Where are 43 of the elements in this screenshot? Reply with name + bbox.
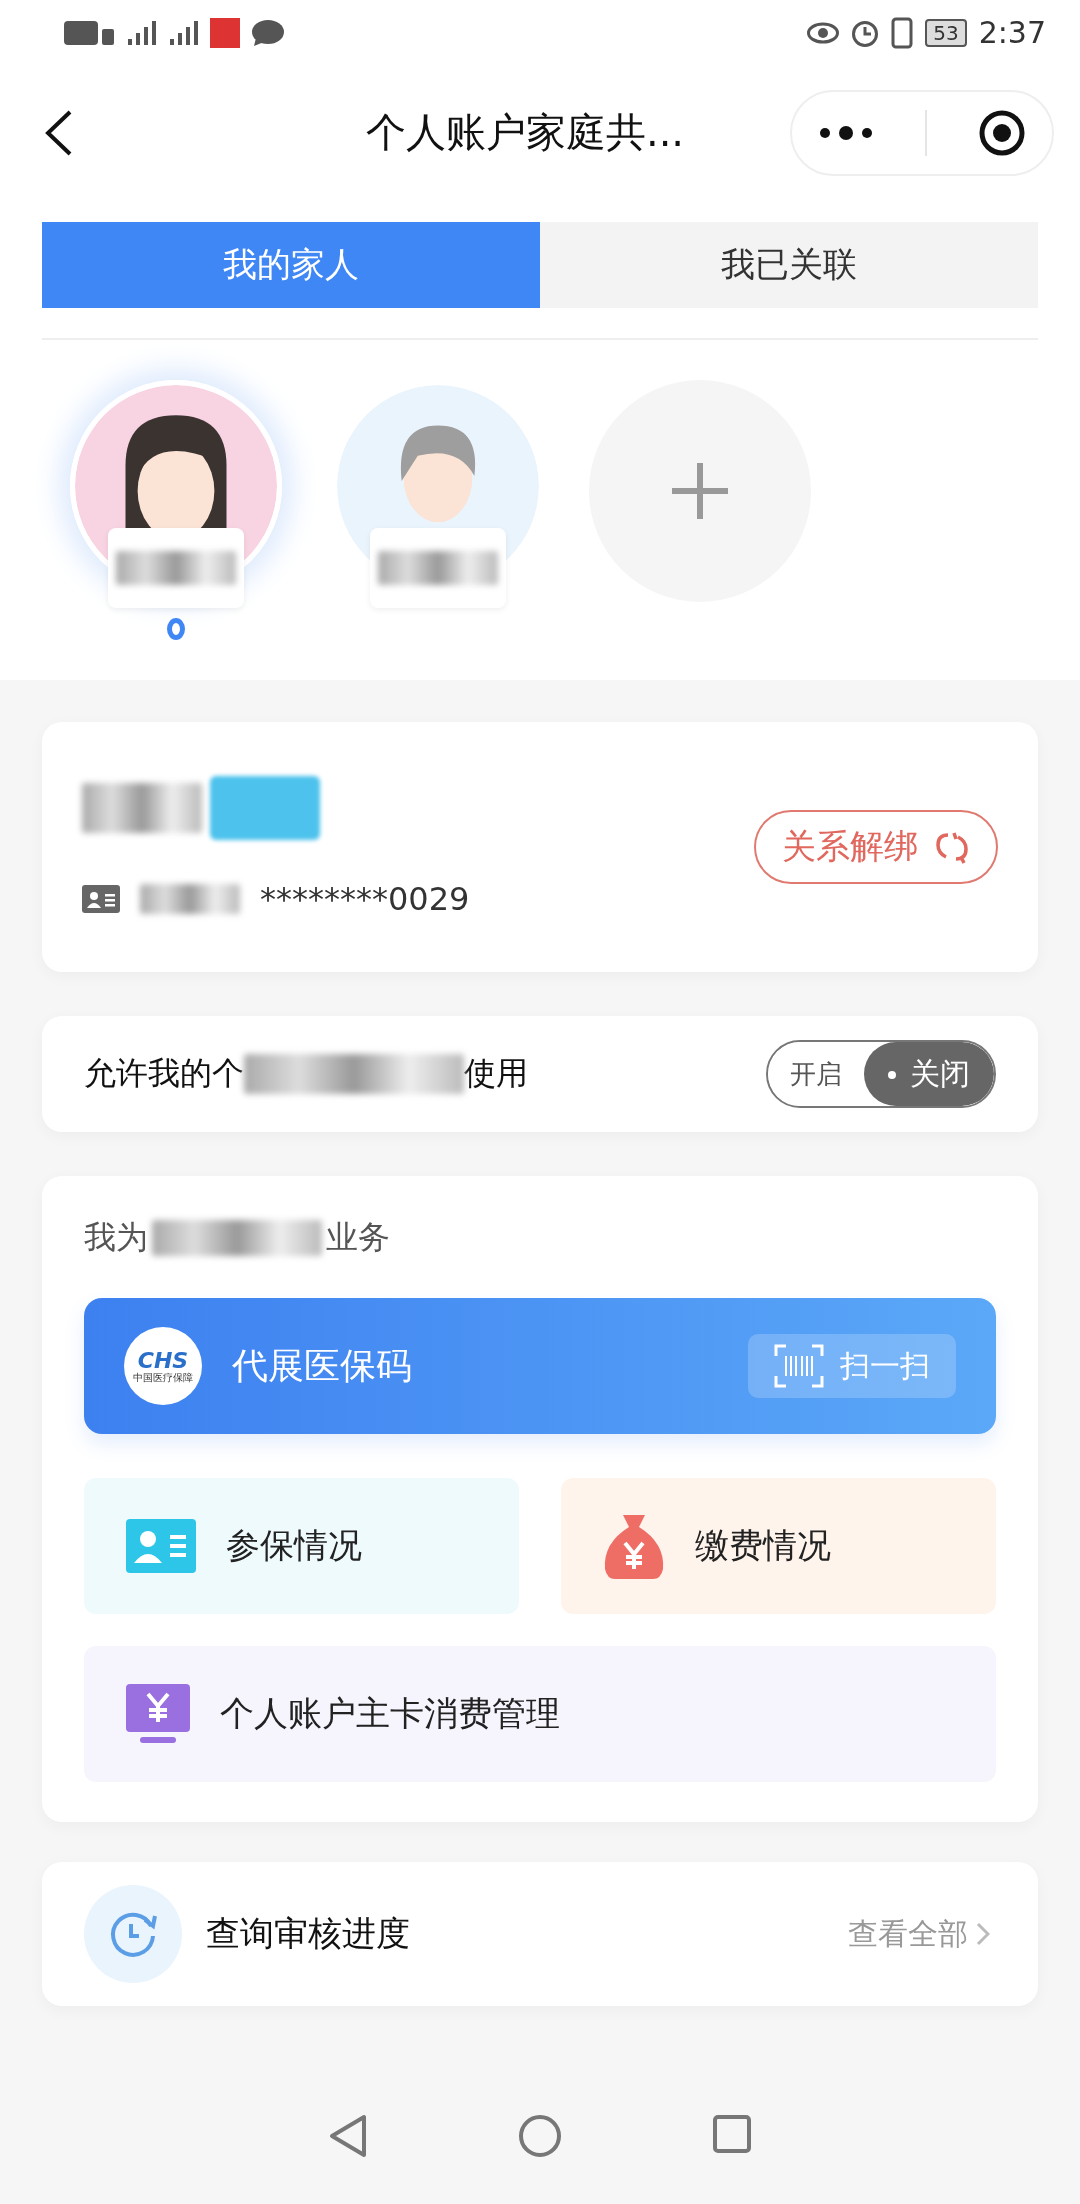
eye-icon bbox=[807, 21, 840, 44]
page-title: 个人账户家庭共... bbox=[365, 108, 685, 157]
more-icon[interactable] bbox=[817, 125, 874, 140]
services-title-end: 业务 bbox=[326, 1217, 390, 1258]
services-title-start: 我为 bbox=[84, 1217, 148, 1258]
selected-dot-icon bbox=[167, 618, 185, 640]
alarm-clock-icon bbox=[851, 18, 880, 47]
plus-icon bbox=[670, 461, 730, 521]
signal-icon bbox=[126, 20, 156, 45]
service-tile[interactable]: 缴费情况 bbox=[561, 1478, 996, 1614]
banner-label: 代展医保码 bbox=[232, 1343, 412, 1388]
tab[interactable]: 我的家人 bbox=[42, 222, 540, 308]
monitor-icon bbox=[126, 1684, 190, 1744]
nav-recents-icon[interactable] bbox=[712, 2114, 752, 2154]
permission-label-end: 使用 bbox=[464, 1053, 528, 1094]
chevron-right-icon bbox=[976, 1922, 990, 1946]
permission-label-start: 允许我的个 bbox=[84, 1053, 244, 1094]
toggle-option[interactable]: 关闭 bbox=[864, 1042, 994, 1106]
id-number: ********0029 bbox=[260, 880, 470, 918]
signal-icon bbox=[168, 20, 198, 45]
scan-icon bbox=[774, 1344, 824, 1388]
chs-logo: CHS 中国医疗保障 bbox=[124, 1327, 202, 1405]
chat-bubble-icon bbox=[252, 19, 284, 46]
hd-icon bbox=[64, 20, 114, 45]
id-card-icon bbox=[126, 1519, 196, 1573]
clock-time: 2:37 bbox=[978, 15, 1046, 50]
battery-level: 53 bbox=[925, 18, 967, 47]
tile-label: 参保情况 bbox=[226, 1524, 362, 1567]
tab[interactable]: 我已关联 bbox=[540, 222, 1038, 308]
service-tile[interactable]: 个人账户主卡消费管理 bbox=[84, 1646, 996, 1782]
service-tile[interactable]: 参保情况 bbox=[84, 1478, 519, 1614]
money-bag-icon bbox=[603, 1513, 665, 1579]
tile-label: 缴费情况 bbox=[695, 1524, 831, 1567]
nav-back-icon[interactable] bbox=[328, 2114, 368, 2158]
tile-label: 个人账户主卡消费管理 bbox=[220, 1692, 560, 1735]
progress-label: 查询审核进度 bbox=[206, 1912, 410, 1955]
progress-card[interactable]: 查询审核进度 查看全部 bbox=[42, 1862, 1038, 2006]
id-card-icon bbox=[82, 885, 120, 913]
vibrate-icon bbox=[891, 16, 914, 49]
close-target-icon[interactable] bbox=[978, 108, 1027, 157]
nav-home-icon[interactable] bbox=[518, 2114, 562, 2158]
medical-code-banner[interactable]: CHS 中国医疗保障 代展医保码 扫一扫 bbox=[84, 1298, 996, 1434]
broken-link-icon bbox=[934, 829, 970, 865]
